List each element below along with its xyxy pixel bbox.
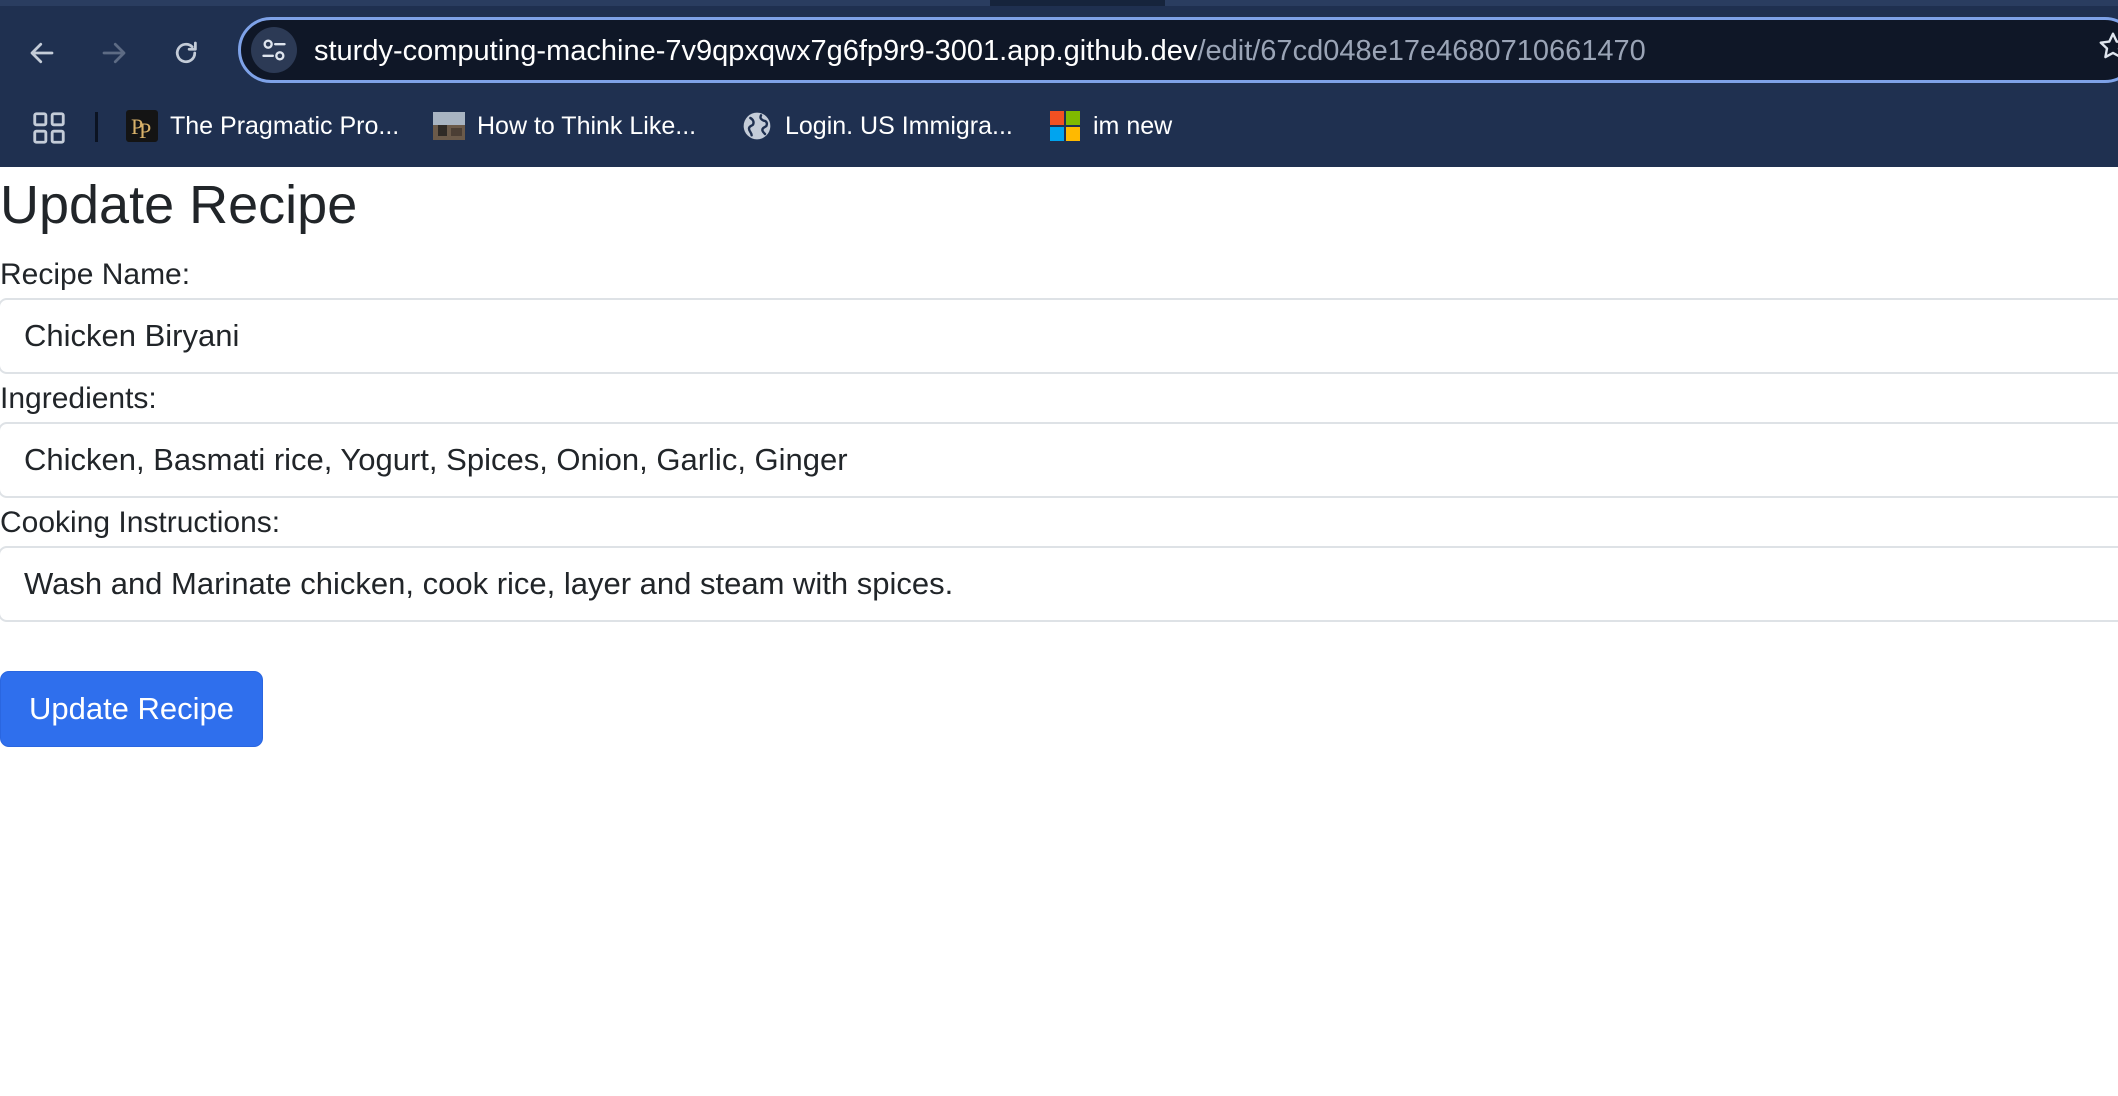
- book-thumbnail-favicon: [433, 112, 465, 140]
- reload-icon: [175, 41, 197, 64]
- recipe-name-input[interactable]: [0, 298, 2118, 374]
- url-host: sturdy-computing-machine-7v9qpxqwx7g6fp9…: [314, 35, 1198, 67]
- ingredients-label: Ingredients:: [0, 382, 157, 415]
- tab-strip: [0, 0, 2118, 6]
- ingredients-input[interactable]: [0, 422, 2118, 498]
- pragmatic-programmer-favicon: P P: [126, 110, 158, 142]
- cooking-instructions-input[interactable]: [0, 546, 2118, 622]
- microsoft-logo-icon: [1050, 111, 1080, 141]
- cooking-instructions-label: Cooking Instructions:: [0, 506, 281, 539]
- svg-text:P: P: [139, 118, 151, 142]
- globe-icon: [743, 112, 771, 140]
- site-info-button[interactable]: [251, 27, 297, 73]
- recipe-name-label: Recipe Name:: [0, 258, 191, 291]
- page-content: Update Recipe Recipe Name: Ingredients: …: [0, 167, 2118, 1096]
- bookmarks-separator: [95, 112, 98, 142]
- address-bar[interactable]: sturdy-computing-machine-7v9qpxqwx7g6fp9…: [238, 17, 2118, 83]
- back-button[interactable]: [14, 25, 70, 81]
- bookmark-label: How to Think Like...: [477, 111, 697, 140]
- tune-icon: [262, 39, 286, 61]
- url-path: /edit/67cd048e17e4680710661470: [1197, 35, 1646, 67]
- arrow-right-icon: [102, 42, 126, 64]
- bookmark-item-pragmatic-programmer[interactable]: P P The Pragmatic Pro...: [126, 106, 399, 146]
- url-text[interactable]: sturdy-computing-machine-7v9qpxqwx7g6fp9…: [314, 34, 1646, 68]
- page-title: Update Recipe: [0, 175, 358, 235]
- arrow-left-icon: [30, 42, 54, 64]
- browser-chrome: sturdy-computing-machine-7v9qpxqwx7g6fp9…: [0, 0, 2118, 167]
- reload-button[interactable]: [158, 25, 214, 81]
- bookmark-label: The Pragmatic Pro...: [170, 111, 400, 140]
- tab[interactable]: [0, 0, 990, 6]
- update-recipe-button[interactable]: Update Recipe: [0, 671, 263, 747]
- bookmark-item-how-to-think[interactable]: How to Think Like...: [433, 106, 696, 146]
- bookmark-item-im-new[interactable]: im new: [1049, 106, 1172, 146]
- bookmark-item-us-immigration[interactable]: Login. US Immigra...: [741, 106, 1013, 146]
- bookmark-label: Login. US Immigra...: [785, 111, 1013, 140]
- apps-grid-icon[interactable]: [30, 109, 68, 147]
- bookmark-star-icon[interactable]: [2097, 30, 2118, 62]
- bookmarks-bar: P P The Pragmatic Pro... How to Think Li…: [0, 100, 2118, 152]
- bookmark-label: im new: [1093, 111, 1173, 140]
- forward-button[interactable]: [86, 25, 142, 81]
- tab[interactable]: [1165, 0, 2118, 6]
